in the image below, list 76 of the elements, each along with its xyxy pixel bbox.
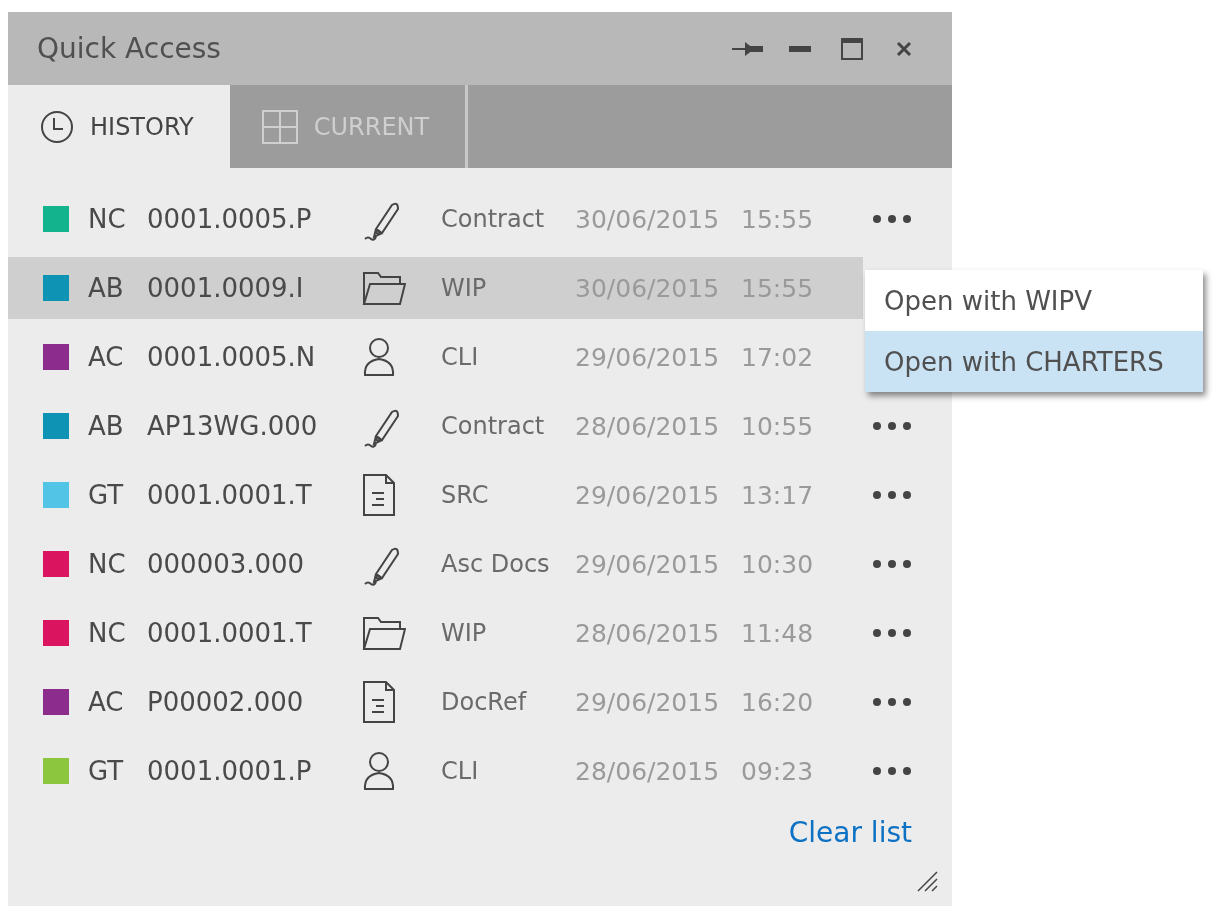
type-text: CLI [441,343,480,371]
window-title: Quick Access [37,32,222,65]
time-text: 15:55 [741,204,815,234]
more-icon [873,698,911,706]
document-icon [362,680,396,724]
more-icon [873,491,911,499]
type-text: CLI [441,757,480,785]
type-text: WIP [441,619,488,647]
history-row[interactable]: AB AP13WG.000 Contract 28/06/2015 10:55 [8,395,863,457]
more-icon [873,215,911,223]
type-text: Asc Docs [441,550,551,578]
time-text: 09:23 [741,756,815,786]
pin-icon [732,40,764,57]
code-text: 0001.0001.T [147,480,313,510]
code-text: P00002.000 [147,687,305,717]
history-row[interactable]: GT 0001.0001.T SRC 29/06/2015 13:17 [8,464,863,526]
clear-list-link[interactable]: Clear list [788,816,912,852]
close-icon [896,40,912,57]
document-icon [362,473,396,517]
code-text: 0001.0005.P [147,204,313,234]
type-text: SRC [441,481,490,509]
minimize-icon [789,45,811,52]
prefix-text: AC [88,687,125,717]
time-text: 11:48 [741,618,815,648]
date-text: 29/06/2015 [575,687,721,717]
type-text: Contract [441,205,546,233]
prefix-text: NC [88,204,127,234]
history-row[interactable]: AC 0001.0005.N CLI 29/06/2015 17:02 [8,326,863,388]
prefix-text: AB [88,411,125,441]
prefix-text: NC [88,549,127,579]
prefix-text: AB [88,273,125,303]
time-text: 10:55 [741,411,815,441]
prefix-text: NC [88,618,127,648]
date-text: 28/06/2015 [575,411,721,441]
code-text: AP13WG.000 [147,411,319,441]
code-text: 0001.0009.I [147,273,305,303]
menu-item[interactable]: Open with CHARTERS [865,331,1203,392]
history-row[interactable]: AC P00002.000 DocRef 29/06/2015 16:20 [8,671,863,733]
date-text: 30/06/2015 [575,204,721,234]
date-text: 29/06/2015 [575,342,721,372]
code-text: 000003.000 [147,549,306,579]
time-text: 16:20 [741,687,815,717]
folder-icon [362,615,406,651]
resize-grip-icon[interactable] [916,870,938,892]
history-row[interactable]: NC 000003.000 Asc Docs 29/06/2015 10:30 [8,533,863,595]
code-text: 0001.0005.N [147,342,317,372]
more-icon [873,560,911,568]
prefix-text: GT [88,756,125,786]
menu-item[interactable]: Open with WIPV [865,270,1203,331]
more-icon [873,767,911,775]
folder-icon [362,270,406,306]
type-text: Contract [441,412,546,440]
type-text: DocRef [441,688,528,716]
date-text: 29/06/2015 [575,480,721,510]
person-icon [362,751,396,791]
history-row[interactable]: NC 0001.0005.P Contract 30/06/2015 15:55 [8,188,863,250]
date-text: 29/06/2015 [575,549,721,579]
prefix-text: AC [88,342,125,372]
grid-icon [261,109,298,144]
type-text: WIP [441,274,488,302]
tab[interactable]: HISTORY [8,85,230,168]
date-text: 28/06/2015 [575,618,721,648]
more-icon [873,629,911,637]
history-row[interactable]: GT 0001.0001.P CLI 28/06/2015 09:23 [8,740,863,802]
time-text: 10:30 [741,549,815,579]
maximize-icon [841,37,863,60]
time-text: 13:17 [741,480,815,510]
date-text: 28/06/2015 [575,756,721,786]
more-icon [873,422,911,430]
clock-icon [40,109,74,144]
history-row[interactable]: NC 0001.0001.T WIP 28/06/2015 11:48 [8,602,863,664]
person-icon [362,337,396,377]
prefix-text: GT [88,480,125,510]
code-text: 0001.0001.T [147,618,313,648]
code-text: 0001.0001.P [147,756,313,786]
time-text: 17:02 [741,342,815,372]
